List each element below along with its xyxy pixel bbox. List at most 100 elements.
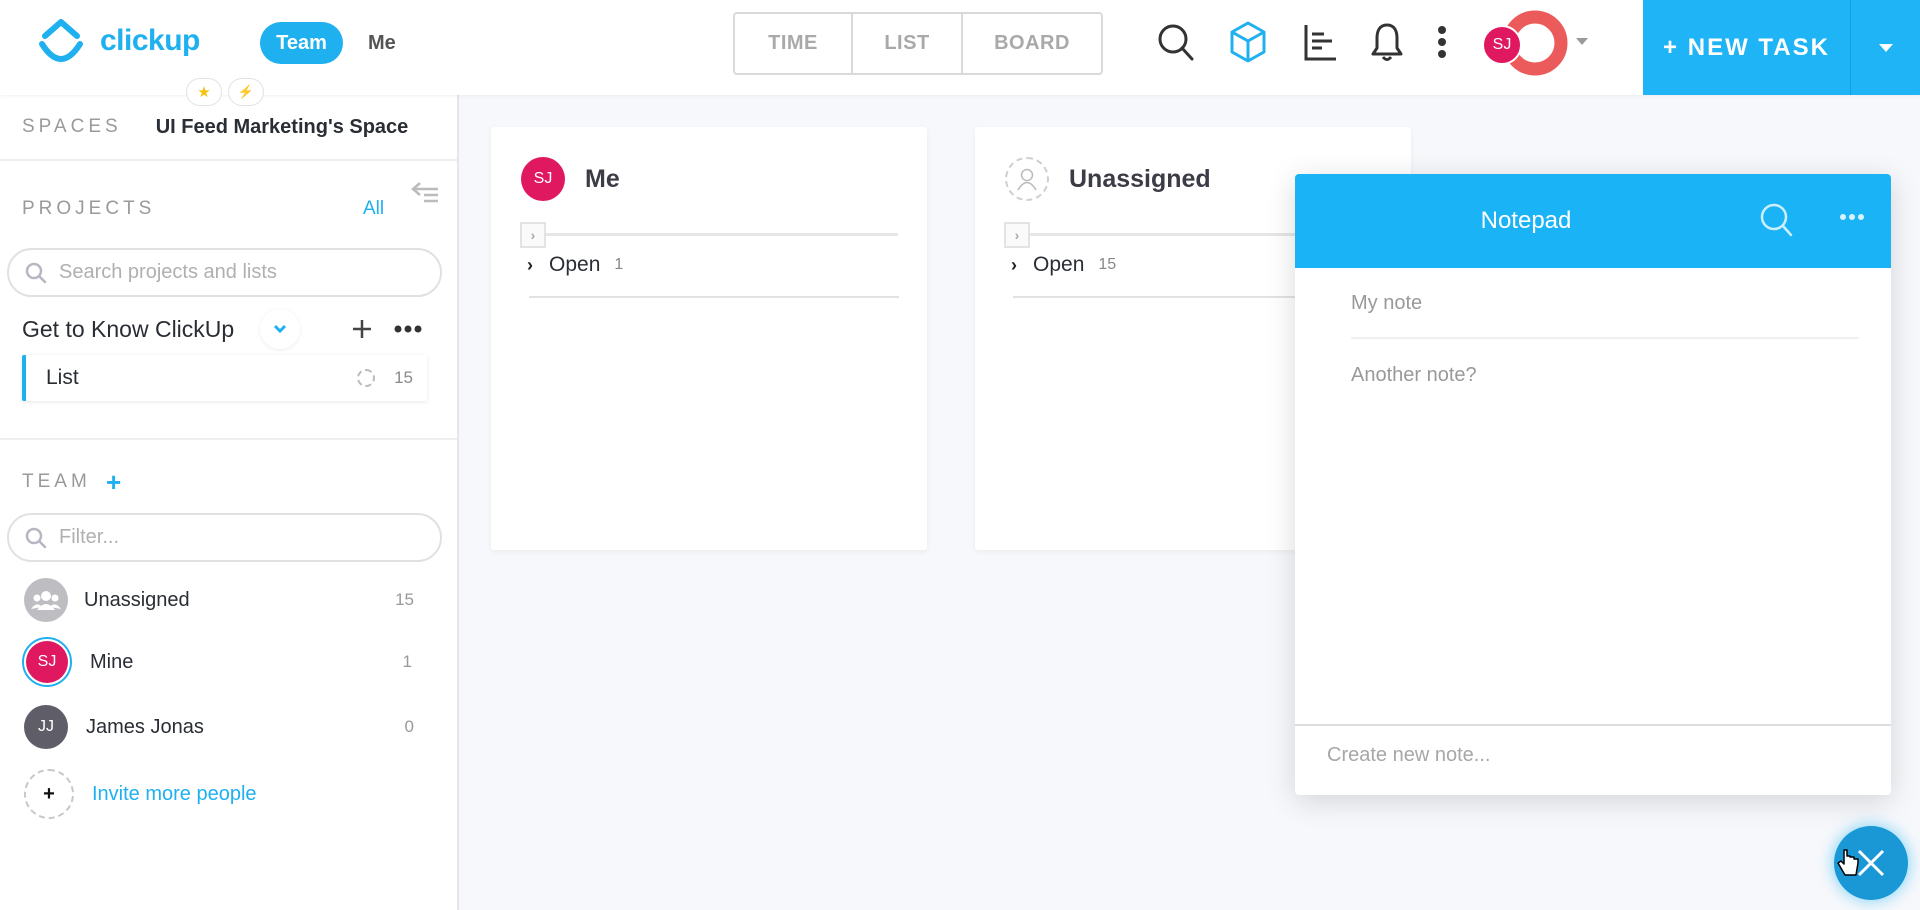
invite-people[interactable]: + Invite more people xyxy=(24,769,444,819)
invite-link[interactable]: Invite more people xyxy=(92,783,257,806)
status-name: Open xyxy=(549,253,601,276)
search-icon xyxy=(25,527,47,548)
collapse-sidebar-icon[interactable] xyxy=(410,180,440,204)
user-outline-icon xyxy=(1017,168,1037,191)
projects-search[interactable] xyxy=(7,248,442,297)
column-avatar: SJ xyxy=(521,157,565,201)
plus-icon xyxy=(353,320,371,338)
project-name[interactable]: Get to Know ClickUp xyxy=(22,316,234,343)
board-column-me: SJ Me › › Open 1 xyxy=(491,127,927,550)
top-bar: clickup Team Me TIME LIST BOARD SJ + NEW… xyxy=(0,0,1920,95)
star-icon: ★ xyxy=(197,84,211,101)
projects-label: PROJECTS xyxy=(22,198,156,219)
column-title: Unassigned xyxy=(1069,164,1211,193)
more-vertical-icon xyxy=(1438,26,1446,58)
user-menu[interactable]: SJ xyxy=(1482,10,1582,80)
favorites-button[interactable]: ★ xyxy=(186,78,222,106)
scope-tab-team[interactable]: Team xyxy=(260,22,343,64)
member-avatar: JJ xyxy=(24,705,68,749)
clickup-logo[interactable]: clickup xyxy=(36,16,200,66)
status-count: 1 xyxy=(614,256,624,273)
more-horizontal-icon xyxy=(394,325,422,333)
project-more-button[interactable] xyxy=(388,309,428,349)
chevron-right-icon: › xyxy=(530,227,536,243)
column-header: Unassigned xyxy=(1005,157,1211,201)
scope-tab-me[interactable]: Me xyxy=(368,22,396,64)
chevron-right-icon: › xyxy=(1014,227,1020,243)
status-group-open[interactable]: › Open 15 xyxy=(1011,253,1116,277)
sidebar-divider xyxy=(0,438,457,440)
team-filter-input[interactable] xyxy=(59,526,419,549)
notifications-button[interactable] xyxy=(1363,18,1411,66)
notepad-more-icon[interactable] xyxy=(1840,214,1864,220)
space-name[interactable]: UI Feed Marketing's Space xyxy=(156,116,409,139)
notepad-search-icon[interactable] xyxy=(1757,200,1797,240)
add-list-button[interactable] xyxy=(342,309,382,349)
selected-ring: SJ xyxy=(22,637,72,687)
column-divider xyxy=(546,233,898,236)
project-expand-button[interactable] xyxy=(260,309,300,349)
spaces-label: SPACES xyxy=(22,116,122,137)
lightning-icon: ⚡ xyxy=(237,84,255,99)
column-expand-button[interactable]: › xyxy=(1004,222,1030,248)
box-icon xyxy=(1230,21,1266,63)
new-note-input[interactable] xyxy=(1327,744,1867,767)
list-item[interactable]: List 15 xyxy=(22,355,427,401)
column-title: Me xyxy=(585,164,620,193)
clickup-logo-icon xyxy=(39,19,83,62)
member-row-mine[interactable]: SJ Mine 1 xyxy=(22,637,442,687)
notepad-panel: Notepad My note Another note? xyxy=(1295,174,1891,795)
list-name: List xyxy=(46,366,79,389)
new-task-dropdown-button[interactable] xyxy=(1850,0,1920,95)
dashboard-icon xyxy=(1304,25,1336,61)
box-view-button[interactable] xyxy=(1224,18,1272,66)
notepad-title: Notepad xyxy=(1480,207,1572,234)
status-name: Open xyxy=(1033,253,1085,276)
group-icon xyxy=(31,591,61,610)
user-avatar: SJ xyxy=(1482,25,1522,65)
view-tab-list[interactable]: LIST xyxy=(851,14,961,73)
team-label: TEAM xyxy=(22,471,91,492)
search-icon xyxy=(25,262,47,283)
note-item[interactable]: My note xyxy=(1351,292,1422,315)
projects-all-link[interactable]: All xyxy=(363,198,384,220)
quick-badges: ★ ⚡ xyxy=(186,78,264,106)
add-team-member-button[interactable]: + xyxy=(106,469,121,495)
note-divider xyxy=(1351,337,1859,339)
status-divider xyxy=(529,296,899,298)
member-row-james-jonas[interactable]: JJ James Jonas 0 xyxy=(24,702,444,752)
view-switcher: TIME LIST BOARD xyxy=(733,12,1103,75)
chevron-down-icon xyxy=(273,324,287,334)
view-tab-board[interactable]: BOARD xyxy=(961,14,1101,73)
note-item[interactable]: Another note? xyxy=(1351,364,1477,387)
member-row-unassigned[interactable]: Unassigned 15 xyxy=(24,575,444,625)
team-filter[interactable] xyxy=(7,513,442,562)
chevron-right-icon: › xyxy=(527,254,533,275)
member-name: James Jonas xyxy=(86,715,204,738)
list-status-icon xyxy=(357,369,375,387)
more-menu-button[interactable] xyxy=(1417,18,1467,66)
caret-down-icon xyxy=(1878,43,1893,52)
projects-search-input[interactable] xyxy=(59,261,419,284)
search-button[interactable] xyxy=(1152,18,1200,66)
view-tab-time[interactable]: TIME xyxy=(735,14,851,73)
sidebar: SPACES UI Feed Marketing's Space PROJECT… xyxy=(0,95,459,910)
column-header: SJ Me xyxy=(521,157,620,201)
column-expand-button[interactable]: › xyxy=(520,222,546,248)
new-task-button[interactable]: + NEW TASK xyxy=(1643,0,1850,95)
user-menu-caret-icon[interactable] xyxy=(1576,38,1588,45)
automations-button[interactable]: ⚡ xyxy=(228,78,264,106)
hand-cursor-icon xyxy=(1837,849,1859,876)
group-avatar xyxy=(24,578,68,622)
member-count: 15 xyxy=(395,590,414,609)
member-count: 0 xyxy=(404,717,414,736)
dashboard-button[interactable] xyxy=(1296,18,1344,66)
search-icon xyxy=(1158,24,1194,61)
list-count: 15 xyxy=(394,368,413,387)
logo-text: clickup xyxy=(100,24,200,57)
member-name: Mine xyxy=(90,650,134,673)
invite-plus-icon: + xyxy=(24,769,74,819)
unassigned-avatar xyxy=(1005,157,1049,201)
status-group-open[interactable]: › Open 1 xyxy=(527,253,623,277)
notepad-header: Notepad xyxy=(1295,174,1891,268)
